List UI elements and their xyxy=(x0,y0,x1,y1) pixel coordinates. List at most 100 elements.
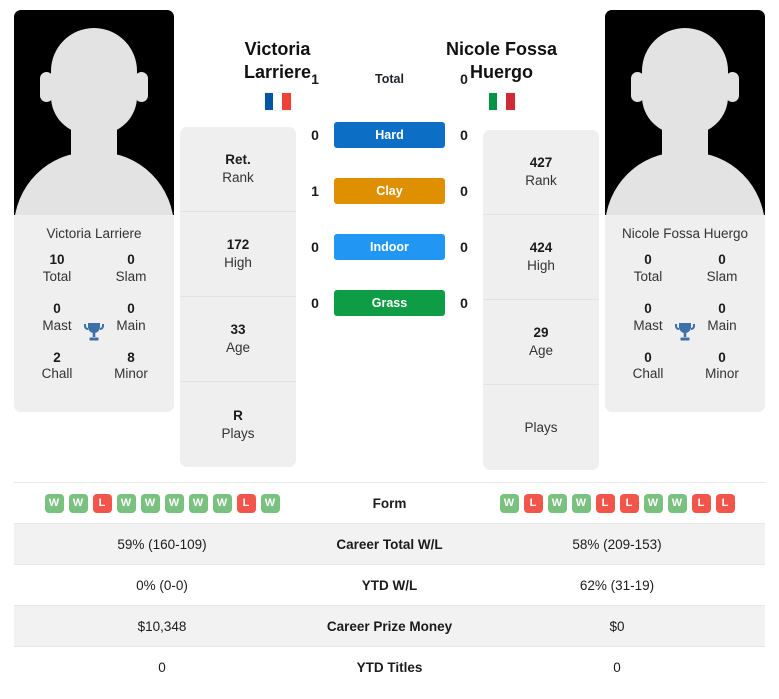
right-ytd-wl: 62% (31-19) xyxy=(579,577,655,593)
avatar-silhouette-ear-right-icon xyxy=(726,72,739,102)
stat-label-prize-money: Career Prize Money xyxy=(326,618,453,634)
form-badge-loss: L xyxy=(595,493,615,513)
table-row-ytd-titles: 0 YTD Titles 0 xyxy=(14,646,765,688)
left-player-card[interactable]: Victoria Larriere 10 Total 0 Slam 0 Mast… xyxy=(14,10,174,413)
trophy-icon xyxy=(82,320,106,349)
comparison-stats-table: WWLWWWWWLW Form WLWWLLWWLL 59% (160-109)… xyxy=(14,482,765,688)
h2h-left-value: 0 xyxy=(311,127,319,143)
title-stat-main: 0 Main xyxy=(102,301,160,335)
surface-badge-clay[interactable]: Clay xyxy=(334,178,445,204)
rank-cell-rank: Ret. Rank xyxy=(180,127,296,212)
title-stat-total: 0 Total xyxy=(619,252,677,286)
rank-label: Plays xyxy=(221,425,255,441)
h2h-left-value: 0 xyxy=(311,239,319,255)
stat-label: Chall xyxy=(632,366,664,382)
avatar-silhouette-ear-right-icon xyxy=(135,72,148,102)
h2h-right-value: 0 xyxy=(460,183,468,199)
form-badge-win: W xyxy=(140,493,160,513)
table-row-form: WWLWWWWWLW Form WLWWLLWWLL xyxy=(14,482,765,524)
h2h-right-value: 0 xyxy=(460,71,468,87)
stat-label: Minor xyxy=(114,366,148,382)
rank-cell-high: 424 High xyxy=(483,215,599,300)
stat-label: Mast xyxy=(42,317,72,333)
avatar-silhouette-ear-left-icon xyxy=(40,72,53,102)
stat-label: Slam xyxy=(706,268,738,284)
left-career-wl: 59% (160-109) xyxy=(117,536,207,552)
h2h-left-value: 0 xyxy=(311,295,319,311)
form-badge-win: W xyxy=(260,493,280,513)
h2h-left-value: 1 xyxy=(311,71,319,87)
rank-value: 427 xyxy=(529,155,553,171)
h2h-right-value: 0 xyxy=(460,127,468,143)
avatar-silhouette-body-icon xyxy=(14,152,174,215)
h2h-row-grass: 0 Grass 0 xyxy=(302,289,477,317)
table-row-ytd-wl: 0% (0-0) YTD W/L 62% (31-19) xyxy=(14,564,765,606)
surface-badge-hard[interactable]: Hard xyxy=(334,122,445,148)
left-player-card-name: Victoria Larriere xyxy=(46,226,142,241)
right-player-photo xyxy=(605,10,765,215)
left-player-titles-grid: 10 Total 0 Slam 0 Mast 0 Main 2 Chall 8 … xyxy=(14,250,174,412)
form-badge-loss: L xyxy=(619,493,639,513)
trophy-icon xyxy=(673,320,697,349)
form-badge-win: W xyxy=(571,493,591,513)
avatar-silhouette-body-icon xyxy=(605,152,765,215)
title-stat-minor: 8 Minor xyxy=(102,350,160,384)
right-form-cell: WLWWLLWWLL xyxy=(469,483,765,524)
stat-label-ytd-titles: YTD Titles xyxy=(356,659,423,675)
stat-value: 0 xyxy=(644,300,652,316)
head-to-head-column: 1 Total 0 0 Hard 0 1 Clay 0 0 Indoor 0 0… xyxy=(302,10,477,317)
h2h-right-value: 0 xyxy=(460,295,468,311)
h2h-row-hard: 0 Hard 0 xyxy=(302,121,477,149)
rank-cell-age: 33 Age xyxy=(180,297,296,382)
stat-value: 8 xyxy=(127,349,135,365)
rank-cell-plays: Plays xyxy=(483,385,599,470)
stat-label-ytd-wl: YTD W/L xyxy=(361,577,418,593)
form-badge-loss: L xyxy=(523,493,543,513)
rank-value: Ret. xyxy=(225,152,251,168)
title-stat-chall: 0 Chall xyxy=(619,350,677,384)
stat-label-career-wl: Career Total W/L xyxy=(336,536,443,552)
rank-cell-age: 29 Age xyxy=(483,300,599,385)
rank-value: 33 xyxy=(230,322,246,338)
form-badge-win: W xyxy=(499,493,519,513)
titles-row: 0 Chall 0 Minor xyxy=(611,350,759,384)
title-stat-minor: 0 Minor xyxy=(693,350,751,384)
left-form-badges: WWLWWWWWLW xyxy=(20,493,304,513)
rank-label: Age xyxy=(528,343,554,358)
comparison-header: Victoria Larriere 10 Total 0 Slam 0 Mast… xyxy=(14,10,765,470)
surface-badge-grass[interactable]: Grass xyxy=(334,290,445,316)
rank-value: 29 xyxy=(533,325,549,341)
h2h-row-indoor: 0 Indoor 0 xyxy=(302,233,477,261)
form-badge-win: W xyxy=(643,493,663,513)
left-player-column: Victoria Larriere 10 Total 0 Slam 0 Mast… xyxy=(14,10,174,413)
h2h-row-total: 1 Total 0 xyxy=(302,65,477,93)
left-prize-money: $10,348 xyxy=(137,618,187,634)
form-badge-loss: L xyxy=(691,493,711,513)
h2h-right-value: 0 xyxy=(460,239,468,255)
stat-value: 0 xyxy=(718,252,726,267)
stat-label: Chall xyxy=(41,366,73,382)
head-to-head-table: 1 Total 0 0 Hard 0 1 Clay 0 0 Indoor 0 0… xyxy=(302,10,477,317)
titles-row: 0 Total 0 Slam xyxy=(611,252,759,286)
form-badge-win: W xyxy=(164,493,184,513)
h2h-left-value: 1 xyxy=(311,183,319,199)
surface-badge-indoor[interactable]: Indoor xyxy=(334,234,445,260)
right-career-wl: 58% (209-153) xyxy=(572,536,662,552)
right-player-card[interactable]: Nicole Fossa Huergo 0 Total 0 Slam 0 Mas… xyxy=(605,10,765,413)
stat-value: 10 xyxy=(49,252,65,267)
left-ytd-wl: 0% (0-0) xyxy=(136,577,188,593)
rank-label: High xyxy=(527,258,555,273)
form-badge-win: W xyxy=(44,493,64,513)
stat-value: 0 xyxy=(718,300,726,316)
left-form-cell: WWLWWWWWLW xyxy=(14,483,310,524)
right-prize-money: $0 xyxy=(609,618,625,634)
avatar-silhouette-ear-left-icon xyxy=(631,72,644,102)
stat-label: Main xyxy=(707,317,737,333)
title-stat-chall: 2 Chall xyxy=(28,350,86,384)
title-stat-total: 10 Total xyxy=(28,252,86,286)
comparison-top-section: Victoria Larriere 10 Total 0 Slam 0 Mast… xyxy=(14,10,765,470)
stat-value: 0 xyxy=(644,349,652,365)
rank-label: Age xyxy=(225,340,251,355)
form-badge-loss: L xyxy=(236,493,256,513)
titles-row: 10 Total 0 Slam xyxy=(20,252,168,286)
